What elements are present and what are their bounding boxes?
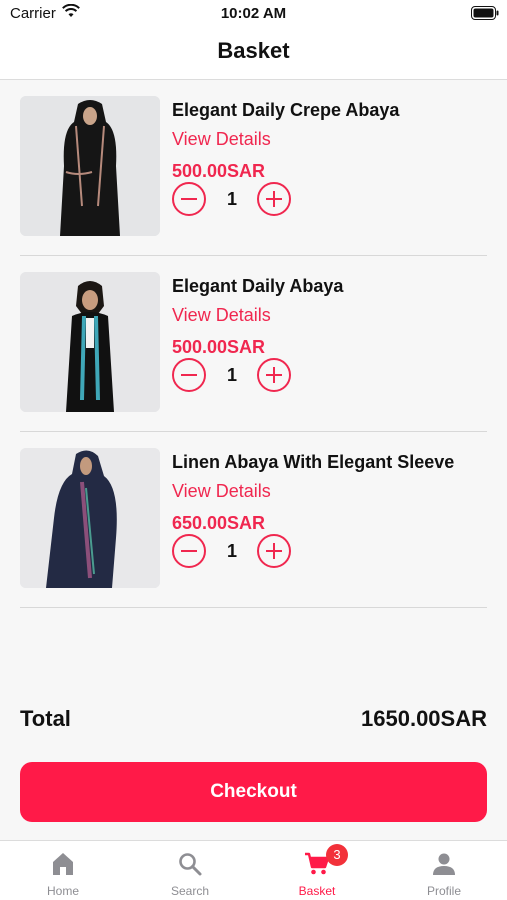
status-bar: Carrier 10:02 AM (0, 0, 507, 28)
battery-icon (471, 6, 499, 20)
product-price: 500.00SAR (172, 337, 266, 357)
page-title: Basket (217, 38, 290, 63)
navigation-bar: Basket (0, 28, 507, 80)
total-value: 1650.00SAR (361, 706, 487, 731)
quantity-value: 1 (226, 189, 237, 209)
product-name: Linen Abaya With Elegant Sleeve (172, 452, 455, 472)
view-details-link[interactable]: View Details (172, 129, 271, 150)
total-label: Total (20, 706, 71, 731)
increase-quantity-button[interactable] (257, 534, 291, 568)
checkout-button[interactable]: Checkout (20, 762, 487, 822)
abaya-photo (20, 448, 160, 588)
tab-home[interactable]: Home (0, 841, 126, 900)
search-icon (179, 853, 202, 876)
person-icon (433, 853, 455, 875)
decrease-quantity-button[interactable] (172, 534, 206, 568)
tab-search-label: Search (170, 884, 210, 898)
tab-profile-label: Profile (426, 884, 461, 898)
product-name: Elegant Daily Crepe Abaya (172, 100, 400, 120)
basket-list: Elegant Daily Crepe Abaya View Details 5… (0, 80, 507, 608)
basket-item: Elegant Daily Abaya View Details 500.00S… (20, 256, 487, 432)
tab-home-label: Home (46, 884, 79, 898)
decrease-quantity-button[interactable] (172, 182, 206, 216)
product-image (20, 96, 160, 236)
quantity-value: 1 (226, 541, 237, 561)
increase-quantity-button[interactable] (257, 358, 291, 392)
tab-search[interactable]: Search (127, 841, 253, 900)
status-time: 10:02 AM (220, 5, 287, 22)
increase-quantity-button[interactable] (257, 182, 291, 216)
view-details-link[interactable]: View Details (172, 481, 271, 502)
product-price: 500.00SAR (172, 161, 266, 181)
home-icon (53, 853, 73, 875)
tab-basket[interactable]: 3 Basket (254, 841, 380, 900)
product-image (20, 448, 160, 588)
product-image (20, 272, 160, 412)
tab-profile[interactable]: Profile (381, 841, 507, 900)
tab-bar: Home Search 3 Basket Profile (0, 840, 507, 900)
basket-item: Elegant Daily Crepe Abaya View Details 5… (20, 80, 487, 256)
quantity-value: 1 (226, 365, 237, 385)
basket-count-badge: 3 (326, 844, 348, 866)
decrease-quantity-button[interactable] (172, 358, 206, 392)
abaya-photo (20, 272, 160, 412)
view-details-link[interactable]: View Details (172, 305, 271, 326)
abaya-photo (20, 96, 160, 236)
tab-basket-label: Basket (298, 884, 336, 898)
basket-item: Linen Abaya With Elegant Sleeve View Det… (20, 432, 487, 608)
product-name: Elegant Daily Abaya (172, 276, 344, 296)
product-price: 650.00SAR (172, 513, 266, 533)
